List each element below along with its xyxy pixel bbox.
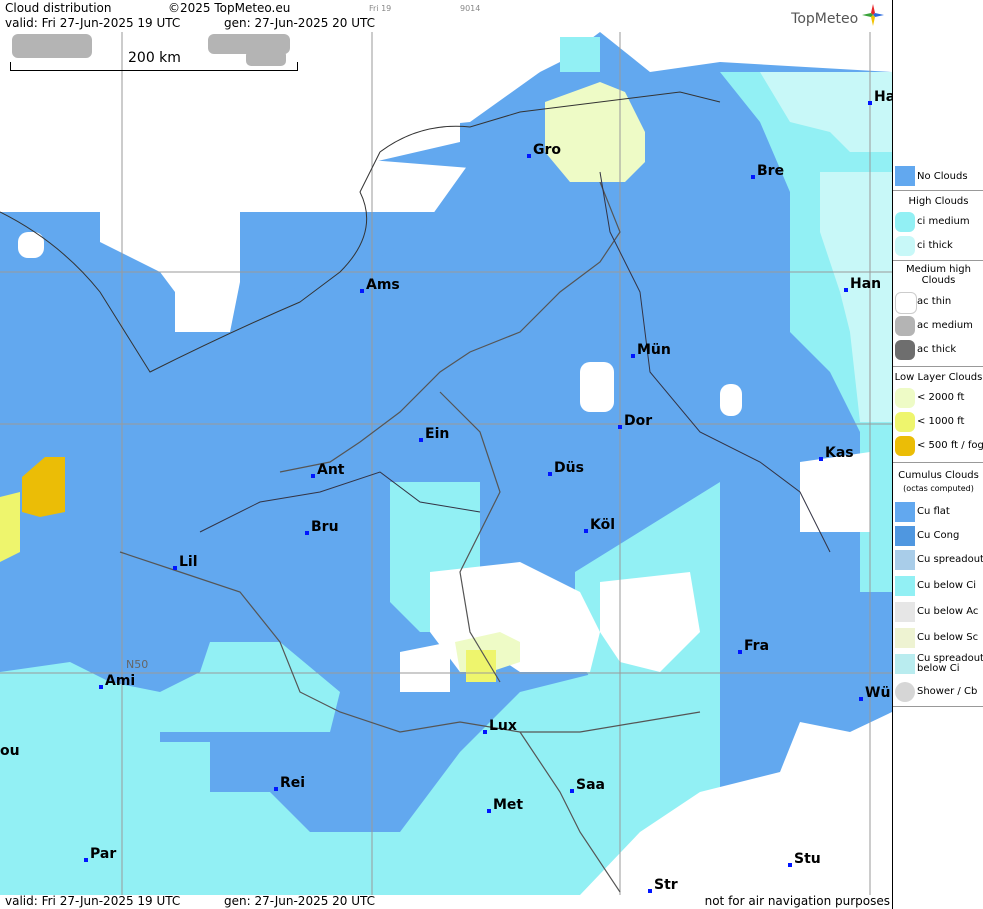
legend-cumulus-sub: (octas computed) — [903, 484, 974, 493]
low-1000-area — [466, 650, 496, 682]
map-footer: valid: Fri 27-Jun-2025 19 UTC gen: 27-Ju… — [0, 894, 892, 909]
city-bre: Bre — [751, 163, 784, 179]
logo-text: TopMeteo — [791, 11, 859, 27]
map-title: Cloud distribution — [5, 1, 112, 15]
code-tag: 9014 — [460, 4, 481, 13]
city-ant: Ant — [311, 462, 345, 478]
city-kol: Köl — [584, 517, 615, 533]
city-rei: Rei — [274, 775, 305, 791]
cloud-layer — [0, 32, 892, 895]
city-lux: Lux — [483, 718, 517, 734]
generated-time: gen: 27-Jun-2025 20 UTC — [224, 16, 376, 30]
city-mun: Mün — [631, 342, 671, 358]
city-ein: Ein — [419, 426, 449, 442]
city-str: Str — [648, 877, 678, 893]
city-par: Par — [84, 846, 116, 862]
day-tag: Fri 19 — [369, 4, 392, 13]
city-rou: ou — [0, 743, 20, 759]
city-ams: Ams — [360, 277, 400, 293]
scale-label: 200 km — [128, 50, 181, 66]
city-met: Met — [487, 797, 523, 813]
ac-medium-patch — [12, 34, 92, 58]
city-wu: Wü — [859, 685, 890, 701]
city-dor: Dor — [618, 413, 652, 429]
valid-time: valid: Fri 27-Jun-2025 19 UTC — [5, 16, 181, 30]
legend-medium-heading: Medium high Clouds — [906, 264, 971, 286]
latitude-label: N50 — [126, 658, 149, 671]
city-fra: Fra — [738, 638, 769, 654]
city-dus: Düs — [548, 460, 584, 476]
legend-low-heading: Low Layer Clouds — [894, 372, 983, 383]
legend-panel: No Clouds High Clouds ci medium ci thick… — [892, 0, 983, 909]
footer-note: not for air navigation purposes — [704, 894, 890, 908]
map-header: Cloud distribution ©2025 TopMeteo.eu Fri… — [0, 0, 892, 32]
legend-high-heading: High Clouds — [908, 196, 969, 207]
cloud-map[interactable]: 200 km N50 Gro Bre Ha Ams Han Mün Dor Ei… — [0, 32, 892, 895]
compass-star-icon — [862, 4, 884, 26]
footer-valid: valid: Fri 27-Jun-2025 19 UTC — [5, 894, 181, 908]
city-kas: Kas — [819, 445, 854, 461]
footer-gen: gen: 27-Jun-2025 20 UTC — [224, 894, 376, 908]
city-lil: Lil — [173, 554, 198, 570]
city-ha: Ha — [868, 89, 892, 105]
city-ami: Ami — [99, 673, 135, 689]
city-saa: Saa — [570, 777, 605, 793]
city-gro: Gro — [527, 142, 561, 158]
topmeteo-logo: TopMeteo — [791, 4, 884, 27]
city-stu: Stu — [788, 851, 821, 867]
legend-cumulus-heading: Cumulus Clouds — [898, 470, 979, 481]
copyright-text: ©2025 TopMeteo.eu — [168, 1, 291, 15]
city-bru: Bru — [305, 519, 339, 535]
city-han: Han — [844, 276, 881, 292]
